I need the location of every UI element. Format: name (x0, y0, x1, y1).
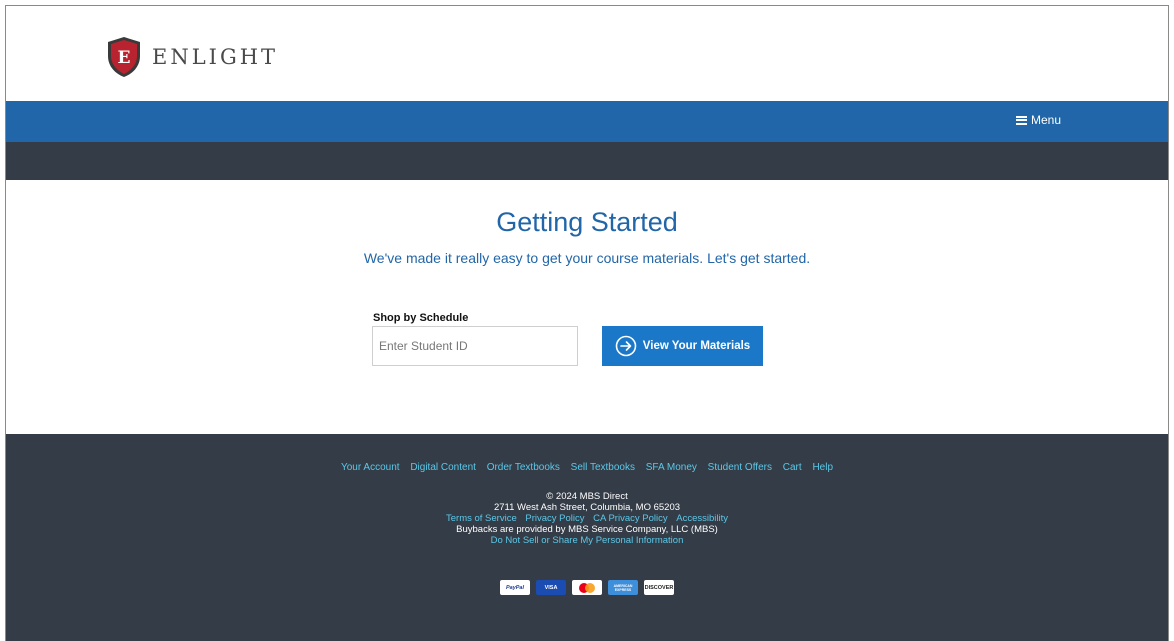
payment-cards: PayPal VISA AMERICAN EXPRESS DISCOVER (6, 580, 1168, 595)
footer-link-sfa-money[interactable]: SFA Money (646, 462, 697, 473)
terms-of-service-link[interactable]: Terms of Service (446, 513, 517, 524)
page-title: Getting Started (496, 207, 678, 237)
menu-label: Menu (1031, 113, 1062, 127)
student-id-input[interactable] (372, 326, 578, 366)
footer-link-digital-content[interactable]: Digital Content (410, 462, 476, 473)
mastercard-card-icon (572, 580, 602, 595)
footer-nav: Your Account Digital Content Order Textb… (6, 462, 1168, 473)
enlight-logo[interactable]: E ENLIGHT (106, 36, 278, 78)
copyright-text: © 2024 MBS Direct (546, 491, 628, 502)
main-content: Getting Started We've made it really eas… (6, 180, 1168, 434)
circle-arrow-right-icon (615, 335, 637, 357)
logo-text: ENLIGHT (152, 45, 279, 69)
privacy-policy-link[interactable]: Privacy Policy (525, 513, 584, 524)
logo-letter: E (118, 48, 131, 68)
sub-navbar (6, 142, 1168, 180)
page-subtitle: We've made it really easy to get your co… (363, 250, 811, 266)
site-footer: Your Account Digital Content Order Textb… (6, 434, 1168, 641)
paypal-card-icon: PayPal (500, 580, 530, 595)
hamburger-icon (1016, 115, 1027, 125)
ca-privacy-policy-link[interactable]: CA Privacy Policy (593, 513, 667, 524)
menu-button[interactable]: Menu (1016, 113, 1061, 127)
footer-link-cart[interactable]: Cart (783, 462, 802, 473)
amex-card-icon: AMERICAN EXPRESS (608, 580, 638, 595)
shop-by-schedule-label: Shop by Schedule (373, 312, 469, 324)
address-text: 2711 West Ash Street, Columbia, MO 65203 (493, 502, 681, 513)
visa-card-icon: VISA (536, 580, 566, 595)
accessibility-link[interactable]: Accessibility (676, 513, 728, 524)
footer-info: © 2024 MBS Direct 2711 West Ash Street, … (6, 491, 1168, 546)
legal-links: Terms of Service Privacy Policy CA Priva… (6, 513, 1168, 524)
main-navbar: Menu (6, 101, 1168, 142)
buybacks-text: Buybacks are provided by MBS Service Com… (456, 524, 718, 535)
footer-link-student-offers[interactable]: Student Offers (708, 462, 772, 473)
footer-link-your-account[interactable]: Your Account (341, 462, 400, 473)
view-materials-label: View Your Materials (642, 340, 751, 352)
shield-logo-icon: E (108, 37, 140, 77)
do-not-sell-link[interactable]: Do Not Sell or Share My Personal Informa… (491, 535, 684, 546)
discover-card-icon: DISCOVER (644, 580, 674, 595)
footer-link-help[interactable]: Help (812, 462, 833, 473)
footer-link-sell-textbooks[interactable]: Sell Textbooks (571, 462, 635, 473)
footer-link-order-textbooks[interactable]: Order Textbooks (487, 462, 560, 473)
view-materials-button[interactable]: View Your Materials (602, 326, 763, 366)
site-header: E ENLIGHT (6, 6, 1168, 101)
page-frame: E ENLIGHT Menu Getting Started We've mad… (5, 5, 1169, 641)
